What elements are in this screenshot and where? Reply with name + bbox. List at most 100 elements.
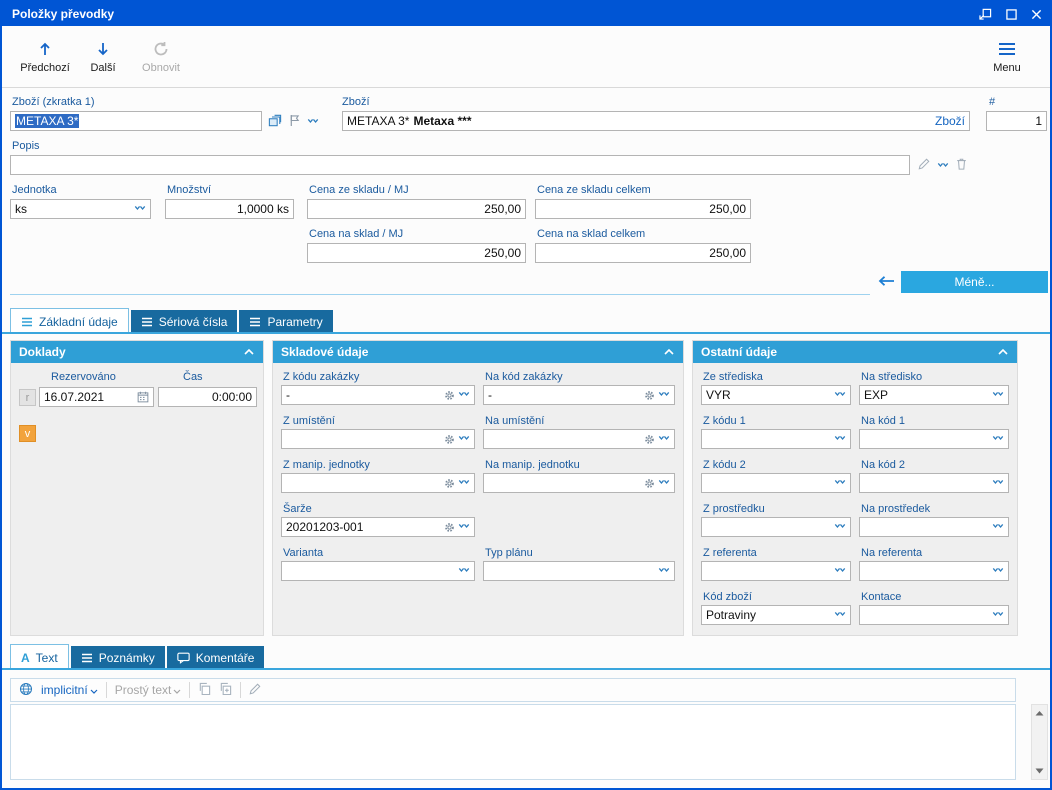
from-location-input[interactable] <box>281 429 475 449</box>
price-in-mj-input[interactable]: 250,00 <box>307 243 526 263</box>
posting-input[interactable] <box>859 605 1009 625</box>
tab-komentare[interactable]: Komentáře <box>166 646 265 670</box>
tab-text[interactable]: A Text <box>10 644 69 670</box>
to-order-input[interactable]: - <box>483 385 675 405</box>
collapse-panel-icon[interactable] <box>663 348 675 356</box>
reserved-time-input[interactable]: 0:00:00 <box>158 387 257 407</box>
goods-link[interactable]: Zboží <box>935 114 965 128</box>
dropdown-icon[interactable] <box>658 391 670 399</box>
gear-icon[interactable] <box>444 478 455 489</box>
paste-icon[interactable] <box>219 682 232 698</box>
tab-zakladni-udaje[interactable]: Základní údaje <box>10 308 129 334</box>
quantity-input[interactable]: 1,0000 ks <box>165 199 294 219</box>
shortcut-input[interactable]: METAXA 3* <box>10 111 262 131</box>
dropdown-icon[interactable] <box>834 611 846 619</box>
copy-icon[interactable] <box>198 682 211 698</box>
goods-input[interactable]: METAXA 3* Metaxa *** Zboží <box>342 111 970 131</box>
goods-code-input[interactable]: Potraviny <box>701 605 851 625</box>
flag-icon[interactable] <box>289 114 300 130</box>
gear-icon[interactable] <box>644 434 655 445</box>
description-input[interactable] <box>10 155 910 175</box>
gear-icon[interactable] <box>444 434 455 445</box>
dock-window-icon[interactable] <box>979 8 992 20</box>
format-dropdown[interactable]: Prostý text <box>115 683 182 697</box>
dropdown-icon[interactable] <box>992 391 1004 399</box>
dropdown-icon[interactable] <box>458 479 470 487</box>
pencil-icon[interactable] <box>918 158 930 173</box>
to-referent-input[interactable] <box>859 561 1009 581</box>
from-center-input[interactable]: VYR <box>701 385 851 405</box>
dropdown-icon[interactable] <box>834 391 846 399</box>
maximize-icon[interactable] <box>1006 8 1017 20</box>
text-editor-area[interactable] <box>10 704 1016 780</box>
collapse-arrow-left-icon[interactable] <box>878 275 895 287</box>
close-icon[interactable] <box>1031 9 1042 20</box>
scroll-down-icon[interactable] <box>1032 764 1047 778</box>
trash-icon[interactable] <box>956 158 967 173</box>
to-code2-input[interactable] <box>859 473 1009 493</box>
dropdown-icon[interactable] <box>458 391 470 399</box>
dropdown-icon[interactable] <box>134 205 146 213</box>
dropdown-icon[interactable] <box>834 523 846 531</box>
reserved-date-input[interactable]: 16.07.2021 <box>39 387 154 407</box>
dropdown-icon[interactable] <box>834 435 846 443</box>
price-in-total-input[interactable]: 250,00 <box>535 243 751 263</box>
batch-input[interactable]: 20201203-001 <box>281 517 475 537</box>
vertical-scrollbar[interactable] <box>1031 704 1048 780</box>
reservation-v-button[interactable]: v <box>19 425 36 442</box>
dropdown-icon[interactable] <box>992 611 1004 619</box>
scroll-up-icon[interactable] <box>1032 706 1047 720</box>
less-button[interactable]: Méně... <box>901 271 1048 293</box>
goods-lookup-icon[interactable] <box>268 114 282 130</box>
price-out-mj-input[interactable]: 250,00 <box>307 199 526 219</box>
gear-icon[interactable] <box>444 522 455 533</box>
tab-seriova-cisla[interactable]: Sériová čísla <box>130 310 238 334</box>
reservation-r-button[interactable]: r <box>19 389 36 406</box>
globe-icon[interactable] <box>19 682 33 699</box>
next-button[interactable]: Další <box>74 32 132 82</box>
collapse-panel-icon[interactable] <box>997 348 1009 356</box>
dropdown-icon[interactable] <box>458 435 470 443</box>
menu-button[interactable]: Menu <box>978 32 1036 82</box>
calendar-icon[interactable] <box>137 391 149 403</box>
collapse-panel-icon[interactable] <box>243 348 255 356</box>
price-out-total-input[interactable]: 250,00 <box>535 199 751 219</box>
to-resource-input[interactable] <box>859 517 1009 537</box>
from-order-input[interactable]: - <box>281 385 475 405</box>
dropdown-icon[interactable] <box>834 479 846 487</box>
dropdown-icon[interactable] <box>834 567 846 575</box>
tab-parametry[interactable]: Parametry <box>239 310 333 334</box>
dropdown-icon[interactable] <box>658 567 670 575</box>
gear-icon[interactable] <box>644 478 655 489</box>
variant-input[interactable] <box>281 561 475 581</box>
to-center-input[interactable]: EXP <box>859 385 1009 405</box>
dropdown-icon[interactable] <box>458 523 470 531</box>
to-code1-input[interactable] <box>859 429 1009 449</box>
dropdown-icon[interactable] <box>307 115 319 129</box>
dropdown-icon[interactable] <box>992 523 1004 531</box>
to-handling-unit-input[interactable] <box>483 473 675 493</box>
from-code2-input[interactable] <box>701 473 851 493</box>
pencil-icon[interactable] <box>249 683 261 698</box>
dropdown-icon[interactable] <box>992 567 1004 575</box>
gear-icon[interactable] <box>644 390 655 401</box>
previous-button[interactable]: Předchozí <box>16 32 74 82</box>
language-dropdown[interactable]: implicitní <box>41 683 98 697</box>
number-input[interactable]: 1 <box>986 111 1047 131</box>
dropdown-icon[interactable] <box>992 479 1004 487</box>
dropdown-icon[interactable] <box>937 159 949 173</box>
from-handling-unit-input[interactable] <box>281 473 475 493</box>
tab-poznamky[interactable]: Poznámky <box>70 646 165 670</box>
dropdown-icon[interactable] <box>458 567 470 575</box>
refresh-button[interactable]: Obnovit <box>132 32 190 82</box>
dropdown-icon[interactable] <box>658 435 670 443</box>
unit-input[interactable]: ks <box>10 199 151 219</box>
from-code1-input[interactable] <box>701 429 851 449</box>
gear-icon[interactable] <box>444 390 455 401</box>
dropdown-icon[interactable] <box>992 435 1004 443</box>
from-resource-input[interactable] <box>701 517 851 537</box>
plan-type-input[interactable] <box>483 561 675 581</box>
from-referent-input[interactable] <box>701 561 851 581</box>
to-location-input[interactable] <box>483 429 675 449</box>
dropdown-icon[interactable] <box>658 479 670 487</box>
